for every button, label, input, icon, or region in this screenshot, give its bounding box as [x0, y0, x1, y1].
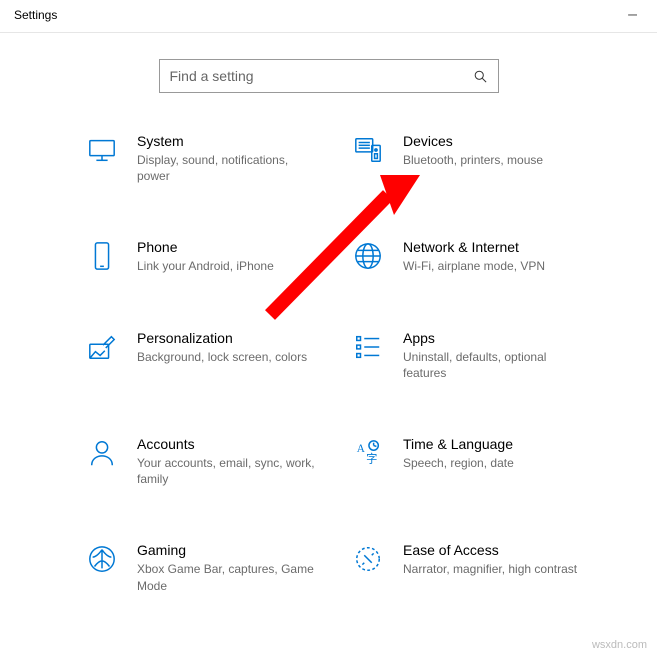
tile-subtitle: Narrator, magnifier, high contrast — [403, 561, 577, 577]
tile-subtitle: Speech, region, date — [403, 455, 514, 471]
tile-title: Personalization — [137, 330, 307, 346]
tile-subtitle: Your accounts, email, sync, work, family — [137, 455, 317, 487]
tile-subtitle: Bluetooth, printers, mouse — [403, 152, 543, 168]
tile-subtitle: Xbox Game Bar, captures, Game Mode — [137, 561, 317, 593]
search-icon — [473, 69, 488, 84]
gaming-icon — [85, 542, 119, 576]
tile-title: Accounts — [137, 436, 317, 452]
tile-subtitle: Link your Android, iPhone — [137, 258, 274, 274]
svg-text:字: 字 — [366, 451, 377, 465]
tile-gaming[interactable]: Gaming Xbox Game Bar, captures, Game Mod… — [85, 542, 351, 593]
tile-title: Time & Language — [403, 436, 514, 452]
tile-network[interactable]: Network & Internet Wi-Fi, airplane mode,… — [351, 239, 617, 274]
devices-icon — [351, 133, 385, 167]
tile-title: Gaming — [137, 542, 317, 558]
titlebar: Settings – — [0, 0, 657, 33]
tile-subtitle: Background, lock screen, colors — [137, 349, 307, 365]
tile-devices[interactable]: Devices Bluetooth, printers, mouse — [351, 133, 617, 184]
system-icon — [85, 133, 119, 167]
tile-apps[interactable]: Apps Uninstall, defaults, optional featu… — [351, 330, 617, 381]
tile-system[interactable]: System Display, sound, notifications, po… — [85, 133, 351, 184]
tile-title: Apps — [403, 330, 583, 346]
tile-subtitle: Display, sound, notifications, power — [137, 152, 317, 184]
personalization-icon — [85, 330, 119, 364]
tile-subtitle: Wi-Fi, airplane mode, VPN — [403, 258, 545, 274]
search-input[interactable] — [170, 68, 473, 84]
time-language-icon: A 字 — [351, 436, 385, 470]
settings-grid: System Display, sound, notifications, po… — [0, 133, 657, 594]
tile-accounts[interactable]: Accounts Your accounts, email, sync, wor… — [85, 436, 351, 487]
accounts-icon — [85, 436, 119, 470]
tile-subtitle: Uninstall, defaults, optional features — [403, 349, 583, 381]
ease-of-access-icon — [351, 542, 385, 576]
phone-icon — [85, 239, 119, 273]
tile-title: Phone — [137, 239, 274, 255]
tile-title: Network & Internet — [403, 239, 545, 255]
search-box[interactable] — [159, 59, 499, 93]
tile-personalization[interactable]: Personalization Background, lock screen,… — [85, 330, 351, 381]
watermark: wsxdn.com — [592, 639, 647, 651]
tile-title: Ease of Access — [403, 542, 577, 558]
tile-title: System — [137, 133, 317, 149]
tile-title: Devices — [403, 133, 543, 149]
svg-text:A: A — [357, 443, 366, 455]
tile-phone[interactable]: Phone Link your Android, iPhone — [85, 239, 351, 274]
apps-icon — [351, 330, 385, 364]
tile-ease[interactable]: Ease of Access Narrator, magnifier, high… — [351, 542, 617, 593]
window-title: Settings — [14, 8, 57, 22]
search-container — [0, 59, 657, 93]
tile-time[interactable]: A 字 Time & Language Speech, region, date — [351, 436, 617, 487]
network-icon — [351, 239, 385, 273]
